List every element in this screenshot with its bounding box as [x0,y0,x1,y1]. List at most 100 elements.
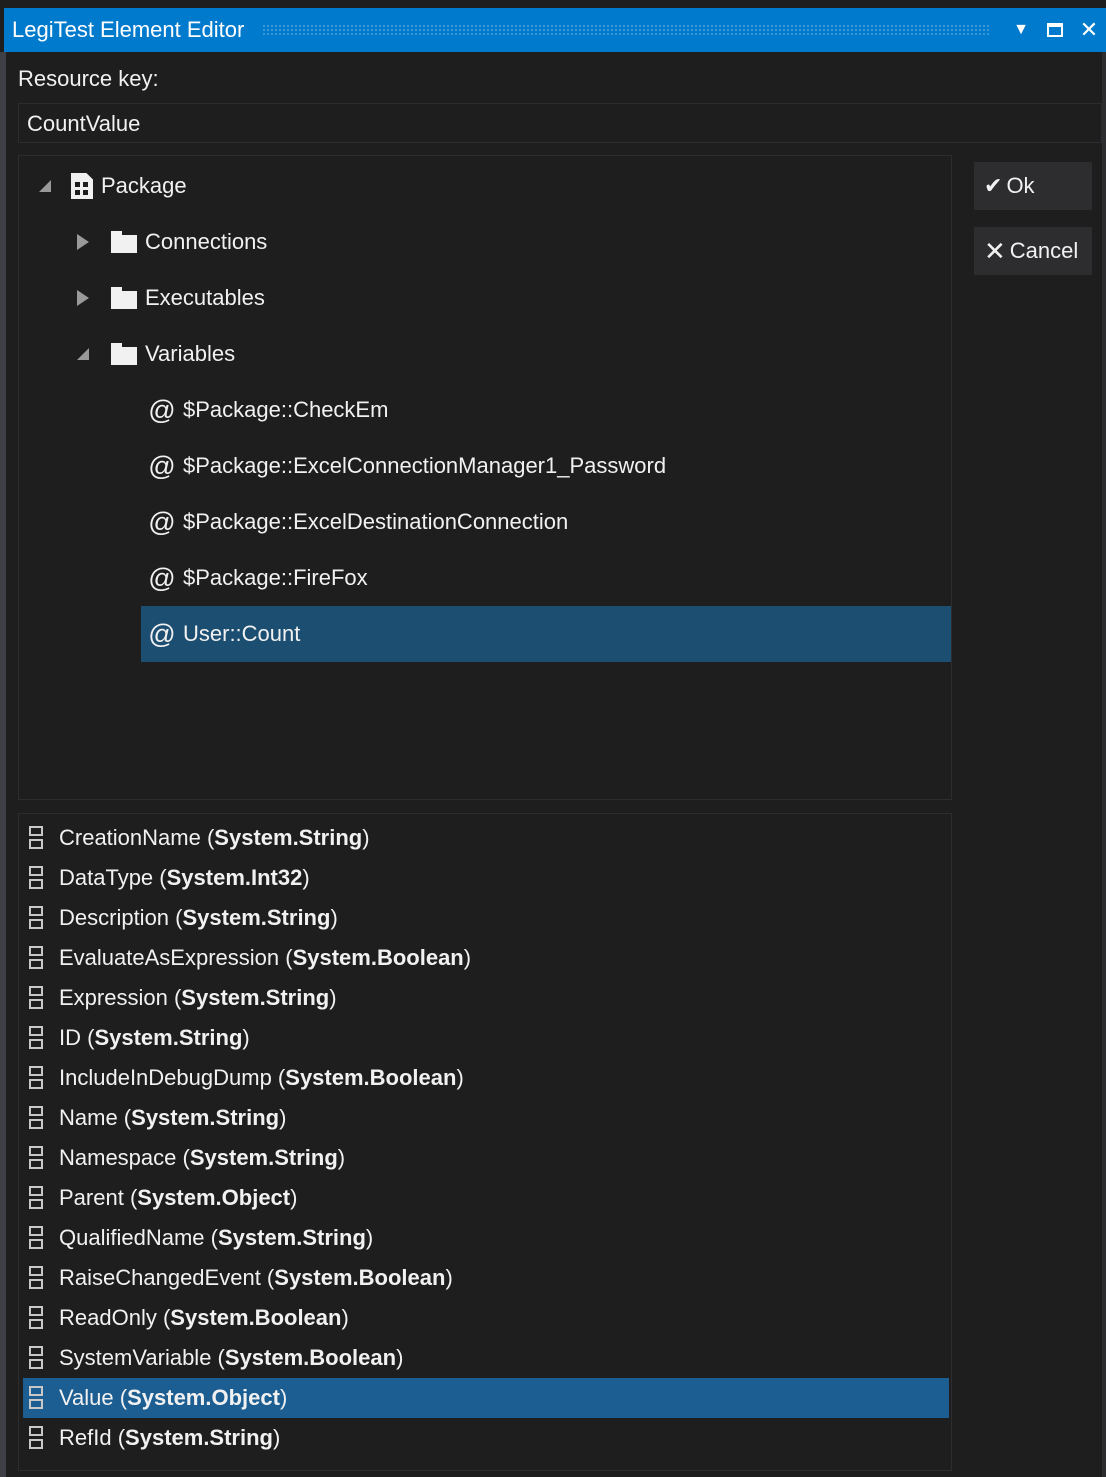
property-row[interactable]: DataType (System.Int32) [23,858,949,898]
paren-open: ( [204,1225,218,1250]
maximize-icon[interactable] [1038,8,1072,52]
tree-node-variables[interactable]: Variables [75,326,235,382]
tree-node-label: $Package::FireFox [183,565,368,590]
paren-close: ) [341,1305,349,1330]
property-type: System.Boolean [292,945,464,970]
folder-icon [111,287,137,309]
property-row[interactable]: RaiseChangedEvent (System.Boolean) [23,1258,949,1298]
tree-node-package[interactable]: Package [37,158,187,214]
expander-expanded-icon[interactable] [75,346,91,362]
property-type: System.String [189,1145,338,1170]
property-row[interactable]: EvaluateAsExpression (System.Boolean) [23,938,949,978]
property-row[interactable]: Parent (System.Object) [23,1178,949,1218]
window-border-left [0,52,6,1477]
paren-open: ( [279,945,293,970]
property-row[interactable]: CreationName (System.String) [23,818,949,858]
paren-close: ) [302,865,310,890]
tree-node-variable[interactable]: @ $Package::CheckEm [141,382,951,438]
tree-node-label: $Package::ExcelDestinationConnection [183,509,569,534]
property-icon [29,904,47,932]
folder-icon [111,231,137,253]
property-type: System.Boolean [224,1345,397,1370]
variable-at-icon: @ [148,394,176,425]
property-icon [29,1024,47,1052]
property-row-selected[interactable]: Value (System.Object) [23,1378,949,1418]
property-icon [29,1424,47,1452]
paren-open: ( [123,1185,138,1210]
property-list[interactable]: CreationName (System.String) DataType (Sy… [18,813,952,1471]
property-type: System.Object [137,1185,291,1210]
tree-node-connections[interactable]: Connections [75,214,267,270]
property-icon [29,1264,47,1292]
property-name: RaiseChangedEvent [59,1265,261,1290]
property-icon [29,1064,47,1092]
property-icon [29,984,47,1012]
property-type: System.Int32 [166,865,303,890]
variable-at-icon: @ [148,618,176,649]
paren-open: ( [81,1025,95,1050]
paren-open: ( [176,1145,190,1170]
window-menu-dropdown-icon[interactable]: ▼ [1004,8,1038,52]
cancel-button-label: Cancel [1009,238,1079,263]
expander-collapsed-icon[interactable] [75,290,91,306]
element-editor-window: LegiTest Element Editor ▼ ✕ Resource key… [0,0,1106,1477]
paren-close: ) [463,945,472,970]
variable-at-icon: @ [148,562,176,593]
tree-node-label: User::Count [183,621,301,646]
property-row[interactable]: SystemVariable (System.Boolean) [23,1338,949,1378]
property-name: Parent [59,1185,124,1210]
element-tree[interactable]: Package Connections Executables Variable… [18,155,952,800]
tree-node-variable-selected[interactable]: @ User::Count [141,606,951,662]
property-row[interactable]: Namespace (System.String) [23,1138,949,1178]
paren-open: ( [211,1345,225,1370]
property-row[interactable]: ReadOnly (System.Boolean) [23,1298,949,1338]
paren-close: ) [337,1145,346,1170]
property-type: System.Object [127,1385,280,1410]
property-name: DataType [59,865,154,890]
tree-node-label: Executables [145,285,265,310]
tree-node-variable[interactable]: @ $Package::ExcelConnectionManager1_Pass… [141,438,951,494]
paren-open: ( [111,1425,126,1450]
paren-open: ( [167,985,182,1010]
paren-close: ) [242,1025,250,1050]
window-title: LegiTest Element Editor [12,17,245,42]
paren-close: ) [279,1105,287,1130]
tree-node-label: Package [101,173,187,198]
property-row[interactable]: QualifiedName (System.String) [23,1218,949,1258]
property-row[interactable]: Name (System.String) [23,1098,949,1138]
tree-node-variable[interactable]: @ $Package::FireFox [141,550,951,606]
folder-icon [111,343,137,365]
property-type: System.Boolean [285,1065,457,1090]
property-name: RefId [59,1425,112,1450]
package-icon [71,173,93,199]
property-icon [29,1344,47,1372]
property-name: QualifiedName [59,1225,205,1250]
title-bar[interactable]: LegiTest Element Editor ▼ ✕ [4,8,1106,52]
property-name: Namespace [59,1145,177,1170]
expander-expanded-icon[interactable] [37,178,53,194]
close-icon[interactable]: ✕ [1072,8,1106,52]
cancel-button[interactable]: ✕ Cancel [974,227,1092,275]
property-row[interactable]: IncludeInDebugDump (System.Boolean) [23,1058,949,1098]
resource-key-input[interactable]: CountValue [18,103,1102,143]
property-name: ID [59,1025,81,1050]
property-row[interactable]: RefId (System.String) [23,1418,949,1458]
ok-button[interactable]: ✔ Ok [974,162,1092,210]
property-icon [29,944,47,972]
property-type: System.String [182,905,331,930]
tree-node-executables[interactable]: Executables [75,270,265,326]
property-name: SystemVariable [59,1345,212,1370]
tree-node-variable[interactable]: @ $Package::ExcelDestinationConnection [141,494,951,550]
paren-close: ) [330,905,338,930]
paren-close: ) [329,985,337,1010]
property-icon [29,1384,47,1412]
property-type: System.String [181,985,330,1010]
property-row[interactable]: ID (System.String) [23,1018,949,1058]
property-row[interactable]: Description (System.String) [23,898,949,938]
property-row[interactable]: Expression (System.String) [23,978,949,1018]
property-icon [29,1144,47,1172]
property-icon [29,824,47,852]
paren-close: ) [362,825,370,850]
expander-collapsed-icon[interactable] [75,234,91,250]
title-grip[interactable] [262,24,990,36]
